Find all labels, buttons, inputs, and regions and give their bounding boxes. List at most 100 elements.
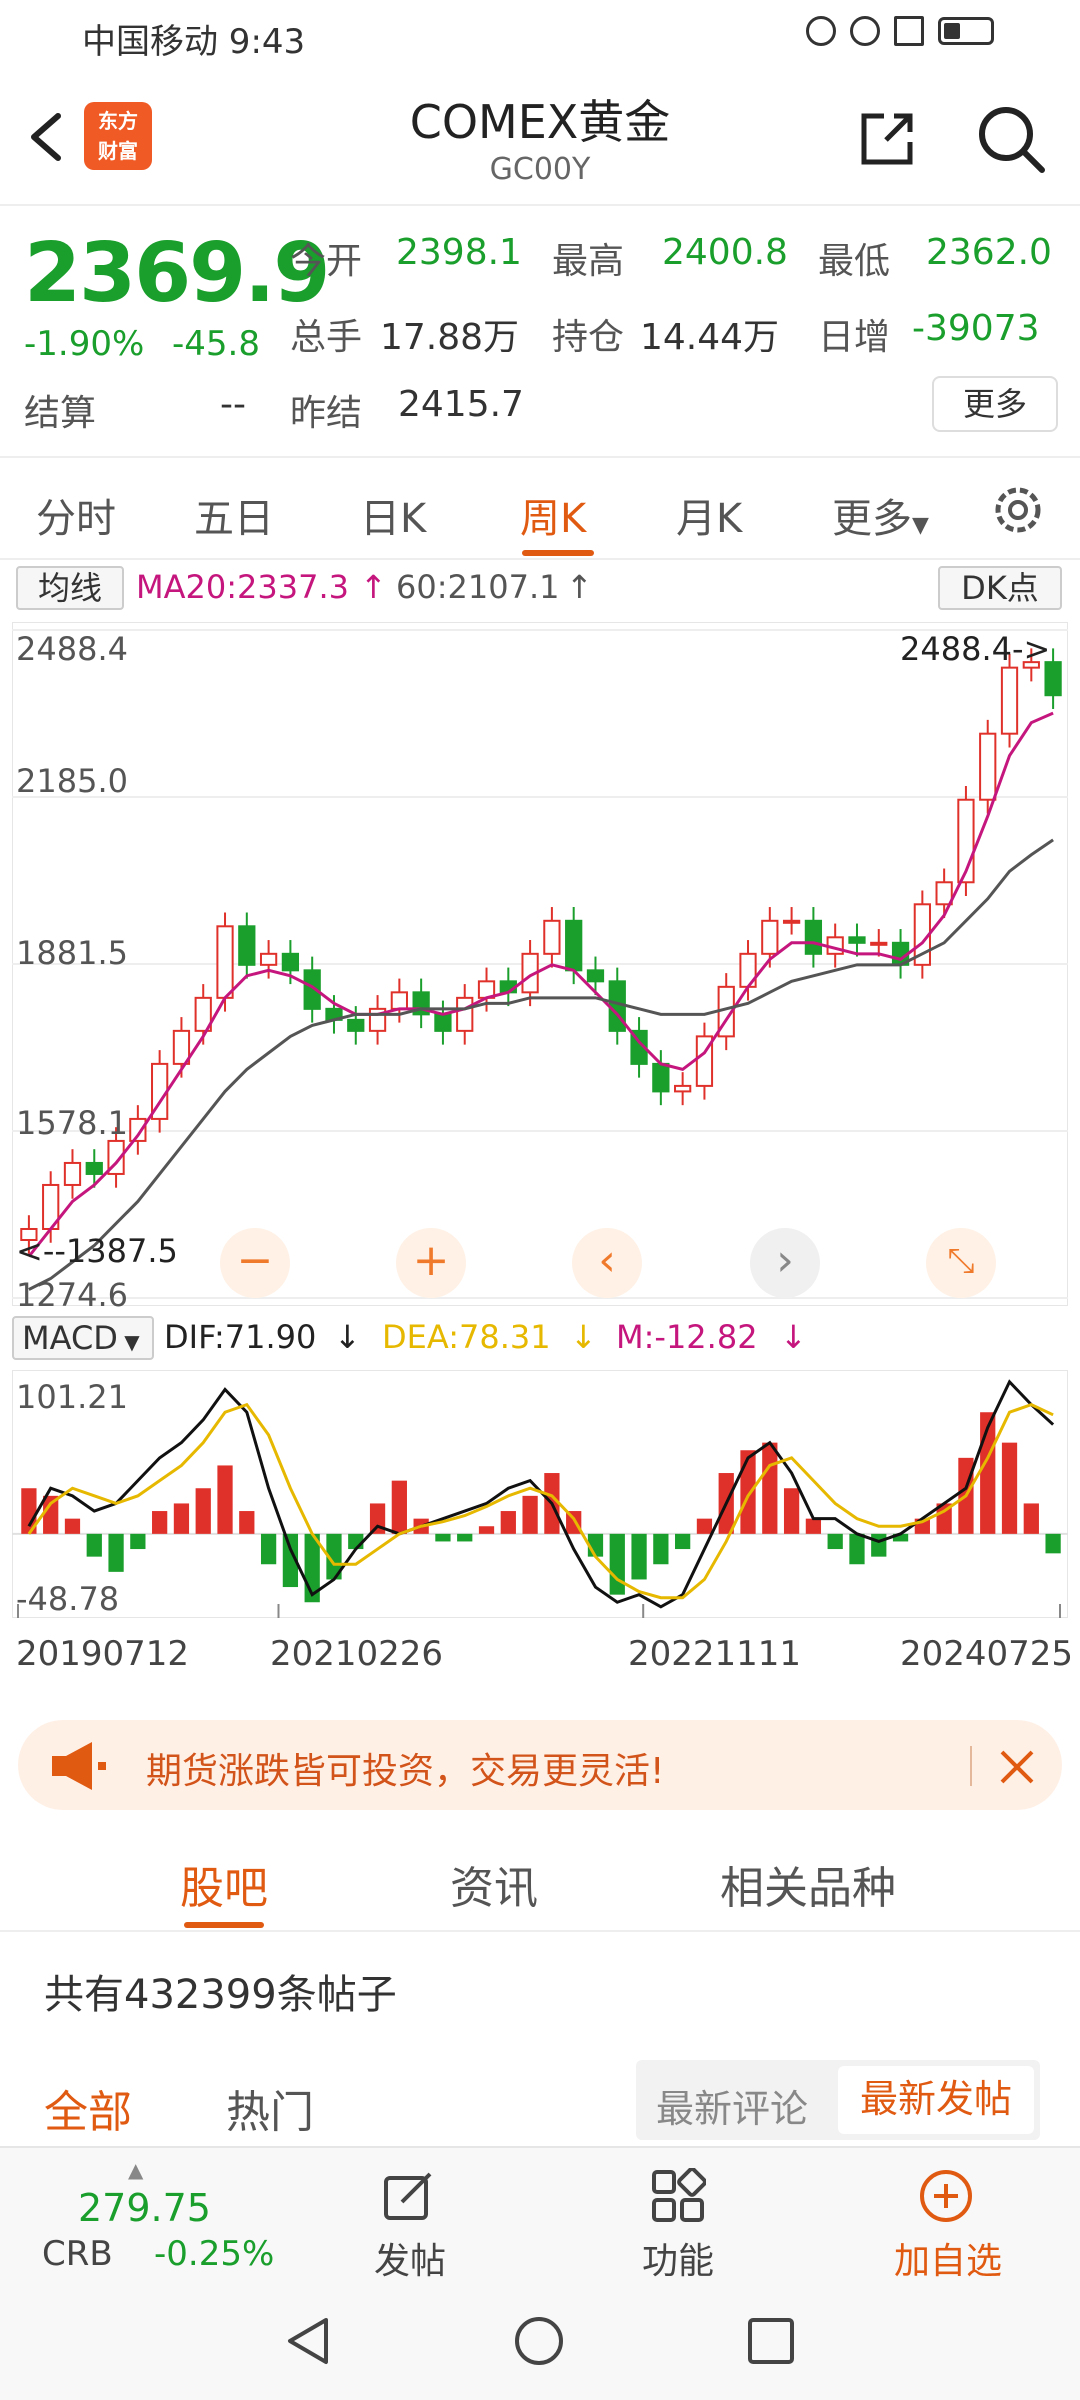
candle — [674, 1084, 692, 1093]
nav-back-icon[interactable] — [282, 2314, 336, 2368]
more-button[interactable]: 更多 — [932, 376, 1058, 432]
fullscreen-button[interactable]: ⤡ — [926, 1228, 996, 1298]
tab-news[interactable]: 资讯 — [450, 1852, 538, 1916]
dif-label: DIF:71.90 — [164, 1318, 317, 1356]
candle — [543, 919, 561, 955]
crb-value[interactable]: 279.75 — [78, 2186, 211, 2230]
macd-bar — [696, 1518, 713, 1534]
y-tick-label: 2185.0 — [16, 762, 128, 800]
settings-icon[interactable] — [990, 482, 1046, 538]
y-tick-label: 2488.4 — [16, 630, 128, 668]
candle — [281, 952, 300, 972]
y-tick-label: 1578.1 — [16, 1104, 128, 1142]
zoom-out-button[interactable]: − — [220, 1228, 290, 1298]
banner-divider — [970, 1746, 972, 1786]
share-icon[interactable] — [856, 108, 918, 170]
sort-latest-comment[interactable]: 最新评论 — [656, 2078, 808, 2133]
crb-name[interactable]: CRB — [42, 2234, 113, 2274]
macd-bar — [435, 1533, 451, 1542]
tab-related[interactable]: 相关品种 — [720, 1852, 896, 1916]
scroll-left-button[interactable]: ‹ — [572, 1228, 642, 1298]
macd-bar — [217, 1465, 233, 1534]
low-label: 最低 — [818, 241, 891, 282]
dropdown-arrow-icon: ▼ — [912, 513, 929, 538]
post-button-label[interactable]: 发帖 — [374, 2232, 446, 2284]
candle — [63, 1161, 82, 1186]
macd-chart[interactable] — [12, 1370, 1068, 1618]
macd-y-tick-label: 101.21 — [16, 1378, 128, 1416]
candle — [761, 919, 779, 955]
alarm-icon — [850, 16, 880, 46]
eye-icon — [806, 16, 836, 46]
close-icon[interactable] — [994, 1744, 1040, 1790]
ma20-arrow: ↑ — [360, 568, 387, 606]
nav-home-icon[interactable] — [512, 2314, 566, 2368]
macd-bar — [522, 1495, 538, 1534]
m-arrow: ↓ — [780, 1318, 807, 1356]
nav-recent-icon[interactable] — [744, 2314, 798, 2368]
change-percent: -1.90% — [24, 324, 145, 364]
candle — [848, 936, 866, 944]
macd-bar — [173, 1503, 190, 1534]
tab-monthly-k[interactable]: 月K — [676, 486, 742, 544]
ma-select[interactable]: 均线 — [16, 566, 124, 610]
tab-guba[interactable]: 股吧 — [180, 1852, 268, 1916]
macd-bar — [740, 1450, 756, 1534]
edit-icon[interactable] — [380, 2168, 436, 2224]
ma60-label: 60:2107.1 — [396, 568, 560, 606]
tab-weekly-k[interactable]: 周K — [520, 486, 586, 544]
dif-arrow: ↓ — [334, 1318, 361, 1356]
zoom-in-button[interactable]: + — [396, 1228, 466, 1298]
tab-five-day[interactable]: 五日 — [194, 486, 274, 544]
settle-value: -- — [220, 384, 246, 425]
macd-select[interactable]: MACD ▼ — [12, 1316, 154, 1360]
candle — [434, 1013, 452, 1032]
position-label: 持仓 — [552, 317, 625, 358]
add-watch-label[interactable]: 加自选 — [894, 2232, 1002, 2284]
x-tick-label: 20210226 — [270, 1634, 444, 1674]
kline-chart[interactable] — [12, 622, 1068, 1306]
search-icon[interactable] — [976, 104, 1046, 174]
add-circle-icon[interactable] — [918, 2168, 974, 2224]
filter-all[interactable]: 全部 — [44, 2076, 132, 2140]
page-title: COMEX黄金 — [409, 95, 671, 149]
macd-bar — [805, 1518, 822, 1534]
candle — [85, 1161, 103, 1175]
community-tabs: 股吧 资讯 相关品种 — [0, 1830, 1080, 1932]
macd-bar — [478, 1526, 495, 1534]
macd-y-tick-label: -48.78 — [16, 1580, 120, 1618]
sort-latest-post[interactable]: 最新发帖 — [838, 2066, 1034, 2134]
quote-panel: 2369.9 -1.90% -45.8 今开 2398.1 最高 2400.8 … — [0, 206, 1080, 456]
function-button-label[interactable]: 功能 — [642, 2232, 714, 2284]
system-nav-bar — [0, 2282, 1080, 2400]
status-time: 中国移动 9:43 — [82, 22, 306, 62]
macd-frame — [12, 1370, 1068, 1618]
grid-icon[interactable] — [650, 2168, 706, 2224]
megaphone-icon — [52, 1742, 106, 1790]
last-price: 2369.9 — [24, 226, 330, 321]
macd-bar — [64, 1518, 81, 1534]
candle — [1000, 666, 1019, 735]
tab-daily-k[interactable]: 日K — [360, 486, 426, 544]
y-tick-label: 1881.5 — [16, 934, 128, 972]
macd-bar — [609, 1533, 625, 1595]
tab-more[interactable]: 更多▼ — [832, 486, 929, 544]
scroll-right-button[interactable]: › — [750, 1228, 820, 1298]
candle — [586, 969, 605, 983]
tab-intraday[interactable]: 分时 — [36, 486, 116, 544]
post-count: 共有432399条帖子 — [44, 1972, 397, 2018]
dea-label: DEA:78.31 — [382, 1318, 551, 1356]
macd-bar — [1001, 1442, 1018, 1534]
bottom-toolbar: ▲ 279.75 CRB -0.25% 发帖 功能 加自选 — [0, 2146, 1080, 2282]
macd-bar — [1023, 1503, 1039, 1534]
crb-change[interactable]: -0.25% — [154, 2234, 274, 2274]
macd-bar — [849, 1533, 865, 1565]
dk-point-button[interactable]: DK点 — [938, 566, 1062, 610]
filter-hot[interactable]: 热门 — [226, 2076, 314, 2140]
open-value: 2398.1 — [396, 232, 522, 273]
macd-bar — [239, 1511, 255, 1534]
active-tab-indicator — [522, 550, 594, 556]
battery-icon — [938, 17, 994, 45]
candle — [347, 1018, 365, 1032]
promo-banner[interactable]: 期货涨跌皆可投资，交易更灵活! — [18, 1720, 1062, 1810]
